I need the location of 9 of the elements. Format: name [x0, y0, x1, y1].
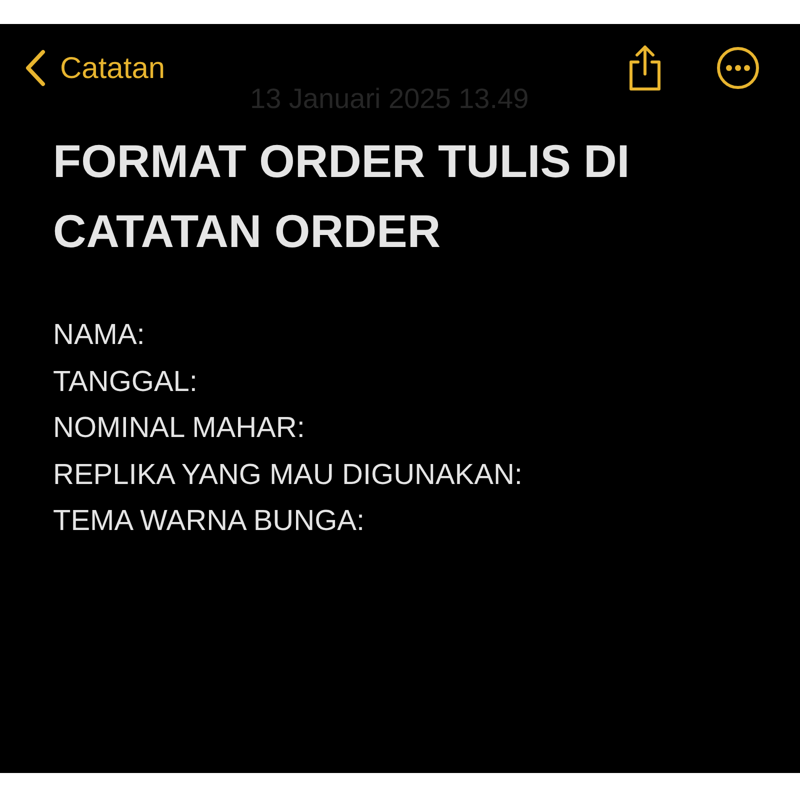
back-button[interactable]: Catatan — [24, 46, 166, 90]
more-icon[interactable] — [716, 46, 760, 90]
note-line: NOMINAL MAHAR: — [53, 411, 306, 446]
note-line: TANGGAL: — [53, 364, 198, 400]
note-line: TEMA WARNA BUNGA: — [53, 504, 366, 539]
note-line: NAMA: — [53, 318, 146, 353]
note-line: REPLIKA YANG MAU DIGUNAKAN: — [53, 458, 524, 492]
chevron-left-icon — [24, 49, 46, 87]
note-title: FORMAT ORDER TULIS DI CATATAN ORDER — [53, 134, 631, 259]
